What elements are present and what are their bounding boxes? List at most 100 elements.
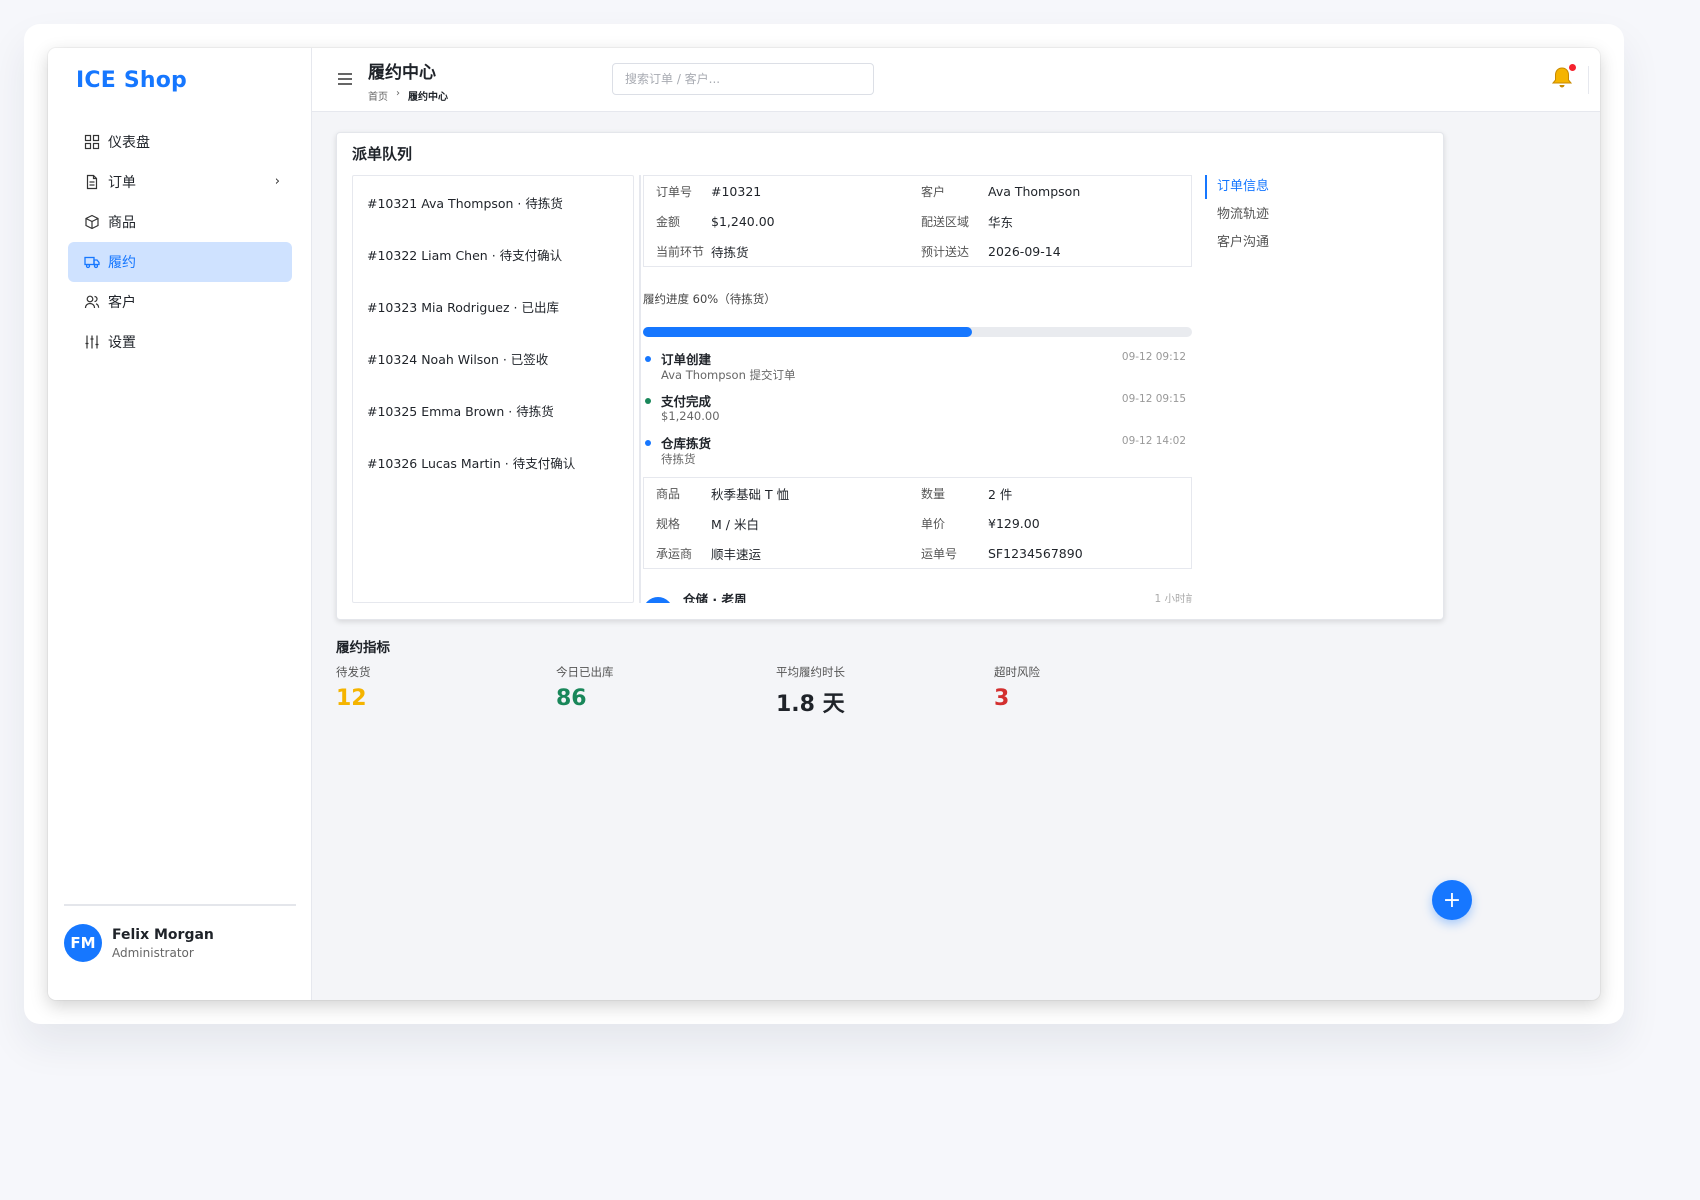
info-value: SF1234567890 <box>988 545 1083 561</box>
info-key: 预计送达 <box>921 244 970 259</box>
section-anchor-nav: 订单信息 物流轨迹 客户沟通 <box>1205 175 1305 259</box>
sliders-icon <box>84 334 100 350</box>
scroll-indicator <box>639 175 641 603</box>
sidebar-item-label: 设置 <box>108 335 136 351</box>
order-detail-panel[interactable]: 订单号 #10321 客户 Ava Thompson 金额 $1,240.00 … <box>639 175 1192 603</box>
logistics-timeline: 订单创建 Ava Thompson 提交订单 09-12 09:12 支付完成 … <box>643 347 1192 473</box>
metric-avg-duration: 平均履约时长 1.8 天 <box>776 664 845 718</box>
chevron-right-icon: › <box>274 174 280 189</box>
queue-item[interactable]: #10325 Emma Brown · 待拣货 <box>353 384 633 436</box>
chat-time: 1 小时前 <box>1154 593 1192 603</box>
info-key: 运单号 <box>921 546 958 561</box>
anchor-order-info[interactable]: 订单信息 <box>1205 175 1305 203</box>
info-value: ¥129.00 <box>988 515 1040 531</box>
header-divider <box>1588 66 1589 94</box>
breadcrumb-separator: › <box>396 88 400 99</box>
metric-shipped-today: 今日已出库 86 <box>556 664 614 711</box>
breadcrumb: 首页 › 履约中心 <box>368 88 448 103</box>
timeline-item: 仓库拣货 待拣货 09-12 14:02 <box>643 431 1192 473</box>
info-key: 规格 <box>656 516 681 531</box>
metric-value: 3 <box>994 686 1010 711</box>
order-info-grid: 订单号 #10321 客户 Ava Thompson 金额 $1,240.00 … <box>643 175 1192 267</box>
chat-avatar: 周 <box>643 597 673 603</box>
queue-item[interactable]: #10324 Noah Wilson · 已签收 <box>353 332 633 384</box>
brand-logo[interactable]: ICE Shop <box>76 68 187 93</box>
add-button[interactable]: + <box>1432 880 1472 920</box>
metric-pending-ship: 待发货 12 <box>336 664 371 711</box>
queue-item[interactable]: #10322 Liam Chen · 待支付确认 <box>353 228 633 280</box>
timeline-title: 仓库拣货 <box>661 436 712 451</box>
sidebar-item-fulfillment[interactable]: 履约 <box>68 242 292 282</box>
notification-badge <box>1568 63 1577 72</box>
dispatch-queue-list: #10321 Ava Thompson · 待拣货 #10322 Liam Ch… <box>352 175 634 603</box>
info-key: 订单号 <box>656 184 693 199</box>
sidebar-item-products[interactable]: 商品 <box>68 202 292 242</box>
info-key: 客户 <box>921 184 946 199</box>
info-key: 承运商 <box>656 546 693 561</box>
timeline-item: 支付完成 $1,240.00 09-12 09:15 <box>643 389 1192 431</box>
info-value: 秋季基础 T 恤 <box>711 486 790 502</box>
sidebar-item-label: 仪表盘 <box>108 135 150 151</box>
chat-message: 周 仓储 · 老周 1 小时前 <box>643 589 1192 603</box>
card-title: 派单队列 <box>352 145 413 163</box>
info-row: 当前环节 待拣货 预计送达 2026-09-14 <box>644 236 1191 266</box>
info-key: 配送区域 <box>921 214 970 229</box>
sidebar-nav: 仪表盘 订单 › 商品 履约 客户 设置 <box>68 122 292 362</box>
timeline-item: 订单创建 Ava Thompson 提交订单 09-12 09:12 <box>643 347 1192 389</box>
users-icon <box>84 294 100 310</box>
metric-overdue-risk: 超时风险 3 <box>994 664 1040 711</box>
dispatch-card: 派单队列 #10321 Ava Thompson · 待拣货 #10322 Li… <box>336 132 1444 620</box>
timeline-time: 09-12 09:12 <box>1121 351 1186 363</box>
timeline-time: 09-12 09:15 <box>1121 393 1186 405</box>
info-row: 订单号 #10321 客户 Ava Thompson <box>644 176 1191 206</box>
metric-label: 超时风险 <box>994 665 1040 679</box>
queue-item[interactable]: #10321 Ava Thompson · 待拣货 <box>353 176 633 228</box>
queue-item[interactable]: #10326 Lucas Martin · 待支付确认 <box>353 436 633 488</box>
sidebar-item-orders[interactable]: 订单 › <box>68 162 292 202</box>
timeline-dot <box>645 398 651 404</box>
info-value: 华东 <box>988 214 1014 230</box>
info-value: 顺丰速运 <box>711 546 762 562</box>
metric-value: 86 <box>556 686 587 711</box>
truck-icon <box>84 254 100 270</box>
info-value: #10321 <box>711 183 762 199</box>
timeline-subtitle: $1,240.00 <box>661 409 720 423</box>
metric-value: 12 <box>336 686 367 711</box>
anchor-logistics[interactable]: 物流轨迹 <box>1205 203 1305 231</box>
box-icon <box>84 214 100 230</box>
sidebar-item-label: 客户 <box>108 295 136 311</box>
sidebar-item-customers[interactable]: 客户 <box>68 282 292 322</box>
info-key: 单价 <box>921 516 946 531</box>
info-row: 承运商 顺丰速运 运单号 SF1234567890 <box>644 538 1191 568</box>
info-value: $1,240.00 <box>711 213 775 229</box>
sidebar-item-label: 商品 <box>108 215 136 231</box>
info-value: 2 件 <box>988 486 1013 502</box>
user-role: Administrator <box>112 945 194 960</box>
page-title: 履约中心 <box>368 63 436 83</box>
sidebar-divider <box>64 904 296 906</box>
timeline-title: 订单创建 <box>661 352 712 367</box>
sidebar: ICE Shop 仪表盘 订单 › 商品 履约 客户 设置 FM Felix M… <box>48 48 312 1000</box>
info-value: M / 米白 <box>711 516 759 532</box>
metric-label: 今日已出库 <box>556 665 614 679</box>
top-header: 履约中心 首页 › 履约中心 FM <box>312 48 1600 112</box>
document-icon <box>84 174 100 190</box>
menu-icon[interactable] <box>336 70 354 88</box>
progress-fill <box>643 327 973 337</box>
info-row: 金额 $1,240.00 配送区域 华东 <box>644 206 1191 236</box>
app-window: ICE Shop 仪表盘 订单 › 商品 履约 客户 设置 FM Felix M… <box>48 48 1600 1000</box>
timeline-title: 支付完成 <box>661 394 712 409</box>
queue-item[interactable]: #10323 Mia Rodriguez · 已出库 <box>353 280 633 332</box>
sidebar-item-settings[interactable]: 设置 <box>68 322 292 362</box>
timeline-dot <box>645 356 651 362</box>
sidebar-item-label: 订单 <box>108 175 136 191</box>
info-key: 当前环节 <box>656 244 705 259</box>
search-input[interactable] <box>612 63 874 95</box>
anchor-customer-comm[interactable]: 客户沟通 <box>1205 231 1305 259</box>
chat-sender: 仓储 · 老周 <box>683 592 747 603</box>
sidebar-item-dashboard[interactable]: 仪表盘 <box>68 122 292 162</box>
timeline-dot <box>645 440 651 446</box>
progress-label: 履约进度 60%（待拣货） <box>643 292 776 306</box>
user-profile[interactable]: FM Felix Morgan Administrator <box>64 924 214 962</box>
breadcrumb-home[interactable]: 首页 <box>368 88 388 103</box>
